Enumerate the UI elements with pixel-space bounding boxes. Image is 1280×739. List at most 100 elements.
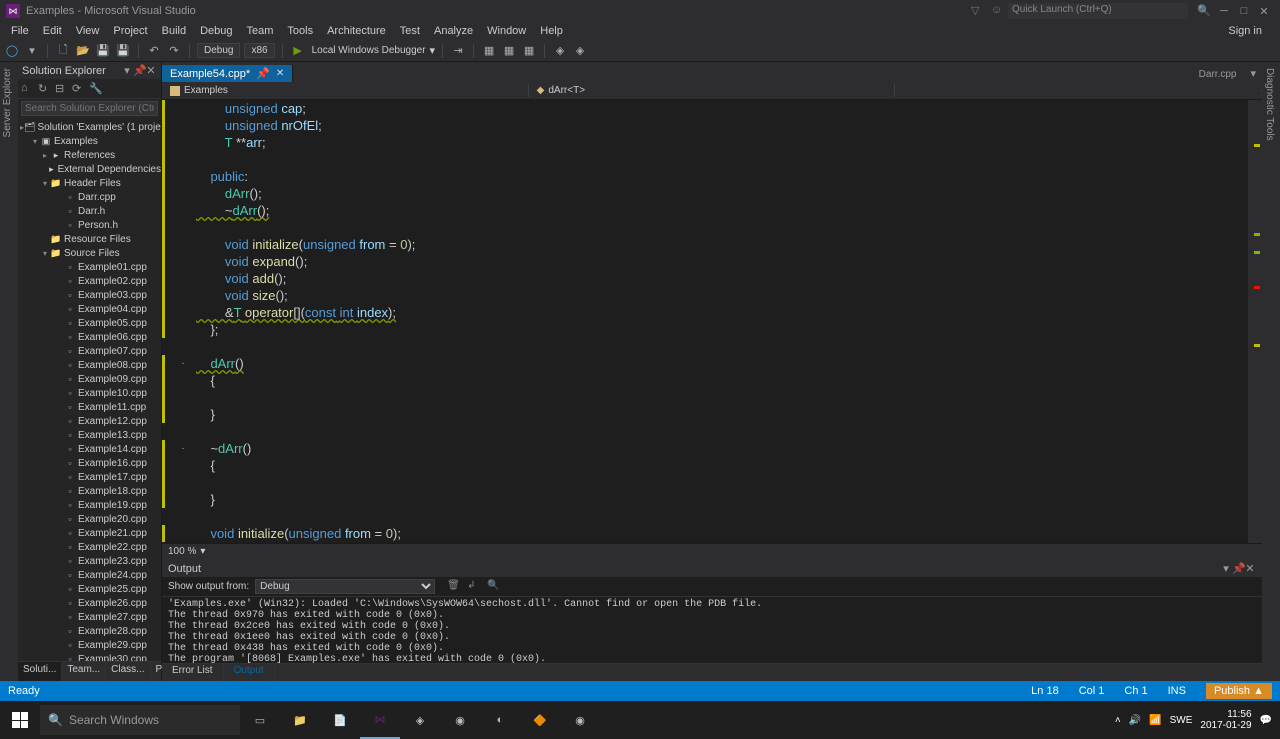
resource-files-folder[interactable]: 📁Resource Files	[18, 232, 161, 246]
step-icon[interactable]: ⇥	[450, 43, 466, 59]
menu-project[interactable]: Project	[106, 25, 154, 37]
visual-studio-icon[interactable]: ⋈	[360, 701, 400, 739]
output-wrap-icon[interactable]: ↲	[467, 580, 481, 594]
start-button[interactable]	[0, 701, 40, 739]
panel-pin-icon[interactable]: 📌	[133, 64, 145, 77]
file-Example10.cpp[interactable]: ▫Example10.cpp	[18, 386, 161, 400]
nav-func-combo[interactable]	[895, 90, 1262, 92]
file-Darr.h[interactable]: ▫Darr.h	[18, 204, 161, 218]
file-Darr.cpp[interactable]: ▫Darr.cpp	[18, 190, 161, 204]
nav-scope-combo[interactable]: Examples	[162, 84, 529, 97]
tb-icon-4[interactable]: ◈	[552, 43, 568, 59]
unity-icon[interactable]: ◈	[400, 701, 440, 739]
file-Example07.cpp[interactable]: ▫Example07.cpp	[18, 344, 161, 358]
tray-clock[interactable]: 11:56 2017-01-29	[1200, 709, 1251, 731]
output-close-icon[interactable]: ✕	[1244, 562, 1256, 575]
panel-tab[interactable]: Soluti...	[18, 662, 62, 681]
obs-icon[interactable]: ◉	[440, 701, 480, 739]
file-Example16.cpp[interactable]: ▫Example16.cpp	[18, 456, 161, 470]
eclipse-icon[interactable]: ◐	[480, 701, 520, 739]
file-Example18.cpp[interactable]: ▫Example18.cpp	[18, 484, 161, 498]
file-Example12.cpp[interactable]: ▫Example12.cpp	[18, 414, 161, 428]
file-Example04.cpp[interactable]: ▫Example04.cpp	[18, 302, 161, 316]
tb-icon-2[interactable]: ▦	[501, 43, 517, 59]
home-icon[interactable]: ⌂	[21, 82, 35, 96]
output-find-icon[interactable]: 🔍	[487, 580, 501, 594]
menu-debug[interactable]: Debug	[193, 25, 239, 37]
file-Example01.cpp[interactable]: ▫Example01.cpp	[18, 260, 161, 274]
notepad-icon[interactable]: 📄	[320, 701, 360, 739]
menu-build[interactable]: Build	[155, 25, 193, 37]
menu-analyze[interactable]: Analyze	[427, 25, 480, 37]
tab-close-icon[interactable]: ✕	[276, 68, 284, 79]
refresh-icon[interactable]: ↻	[38, 82, 52, 96]
menu-help[interactable]: Help	[533, 25, 570, 37]
file-Example23.cpp[interactable]: ▫Example23.cpp	[18, 554, 161, 568]
references-folder[interactable]: ▸▸References	[18, 148, 161, 162]
close-button[interactable]: ✕	[1254, 5, 1274, 18]
panel-close-icon[interactable]: ✕	[145, 64, 157, 77]
output-text[interactable]: 'Examples.exe' (Win32): Loaded 'C:\Windo…	[162, 597, 1262, 663]
file-Example06.cpp[interactable]: ▫Example06.cpp	[18, 330, 161, 344]
output-tab[interactable]: Output	[224, 664, 275, 681]
server-explorer-tab[interactable]: Server Explorer	[0, 62, 18, 143]
file-Example22.cpp[interactable]: ▫Example22.cpp	[18, 540, 161, 554]
panel-menu-icon[interactable]: ▾	[121, 64, 133, 77]
file-Example03.cpp[interactable]: ▫Example03.cpp	[18, 288, 161, 302]
tab-pin-icon[interactable]: 📌	[256, 67, 270, 80]
tray-chevron-icon[interactable]: ˄	[1115, 715, 1121, 726]
source-files-folder[interactable]: ▾📁Source Files	[18, 246, 161, 260]
undo-icon[interactable]: ↶	[146, 43, 162, 59]
diagnostic-tools-tab[interactable]: Diagnostic Tools	[1262, 62, 1277, 147]
tray-wifi-icon[interactable]: 📶	[1149, 715, 1161, 726]
menu-edit[interactable]: Edit	[36, 25, 69, 37]
file-Example09.cpp[interactable]: ▫Example09.cpp	[18, 372, 161, 386]
zoom-level[interactable]: 100 %	[168, 546, 196, 557]
file-Example13.cpp[interactable]: ▫Example13.cpp	[18, 428, 161, 442]
play-icon[interactable]: ▶	[290, 43, 306, 59]
external-deps-folder[interactable]: ▸External Dependencies	[18, 162, 161, 176]
overview-ruler[interactable]	[1248, 100, 1262, 543]
solution-root[interactable]: ▸🗂Solution 'Examples' (1 project)	[18, 120, 161, 134]
file-Example19.cpp[interactable]: ▫Example19.cpp	[18, 498, 161, 512]
menu-test[interactable]: Test	[393, 25, 427, 37]
menu-view[interactable]: View	[69, 25, 107, 37]
solution-search-input[interactable]	[21, 101, 158, 116]
file-Example11.cpp[interactable]: ▫Example11.cpp	[18, 400, 161, 414]
zoom-dropdown-icon[interactable]: ▾	[200, 546, 205, 557]
quick-launch-input[interactable]: Quick Launch (Ctrl+Q)	[1008, 3, 1188, 19]
output-clear-icon[interactable]: 🗑	[447, 580, 461, 594]
new-icon[interactable]: 🗋	[55, 43, 71, 59]
file-Example29.cpp[interactable]: ▫Example29.cpp	[18, 638, 161, 652]
menu-tools[interactable]: Tools	[280, 25, 320, 37]
save-icon[interactable]: 💾	[95, 43, 111, 59]
menu-window[interactable]: Window	[480, 25, 533, 37]
file-Example24.cpp[interactable]: ▫Example24.cpp	[18, 568, 161, 582]
sign-in-link[interactable]: Sign in	[1228, 25, 1276, 37]
file-Example08.cpp[interactable]: ▫Example08.cpp	[18, 358, 161, 372]
output-tab[interactable]: Error List	[162, 664, 224, 681]
platform-combo[interactable]: x86	[244, 43, 274, 58]
file-Example27.cpp[interactable]: ▫Example27.cpp	[18, 610, 161, 624]
nav-member-combo[interactable]: ◆ dArr<T>	[529, 84, 896, 97]
file-Example05.cpp[interactable]: ▫Example05.cpp	[18, 316, 161, 330]
debugger-button[interactable]: Local Windows Debugger	[312, 45, 426, 56]
panel-tab[interactable]: Class...	[106, 662, 150, 681]
file-explorer-icon[interactable]: 📁	[280, 701, 320, 739]
app-icon[interactable]: 🔶	[520, 701, 560, 739]
notifications-icon[interactable]: ▽	[971, 4, 985, 18]
tb-icon-3[interactable]: ▦	[521, 43, 537, 59]
editor-tab-preview[interactable]: Darr.cpp	[1191, 67, 1245, 82]
collapse-icon[interactable]: ⊟	[55, 82, 69, 96]
file-Person.h[interactable]: ▫Person.h	[18, 218, 161, 232]
save-all-icon[interactable]: 💾	[115, 43, 131, 59]
feedback-icon[interactable]: ☺	[991, 4, 1005, 18]
header-files-folder[interactable]: ▾📁Header Files	[18, 176, 161, 190]
file-Example17.cpp[interactable]: ▫Example17.cpp	[18, 470, 161, 484]
chrome-icon[interactable]: ◉	[560, 701, 600, 739]
back-icon[interactable]: ◯	[4, 43, 20, 59]
file-Example20.cpp[interactable]: ▫Example20.cpp	[18, 512, 161, 526]
project-node[interactable]: ▾▣Examples	[18, 134, 161, 148]
tab-overflow-icon[interactable]: ▾	[1244, 65, 1262, 82]
menu-file[interactable]: File	[4, 25, 36, 37]
